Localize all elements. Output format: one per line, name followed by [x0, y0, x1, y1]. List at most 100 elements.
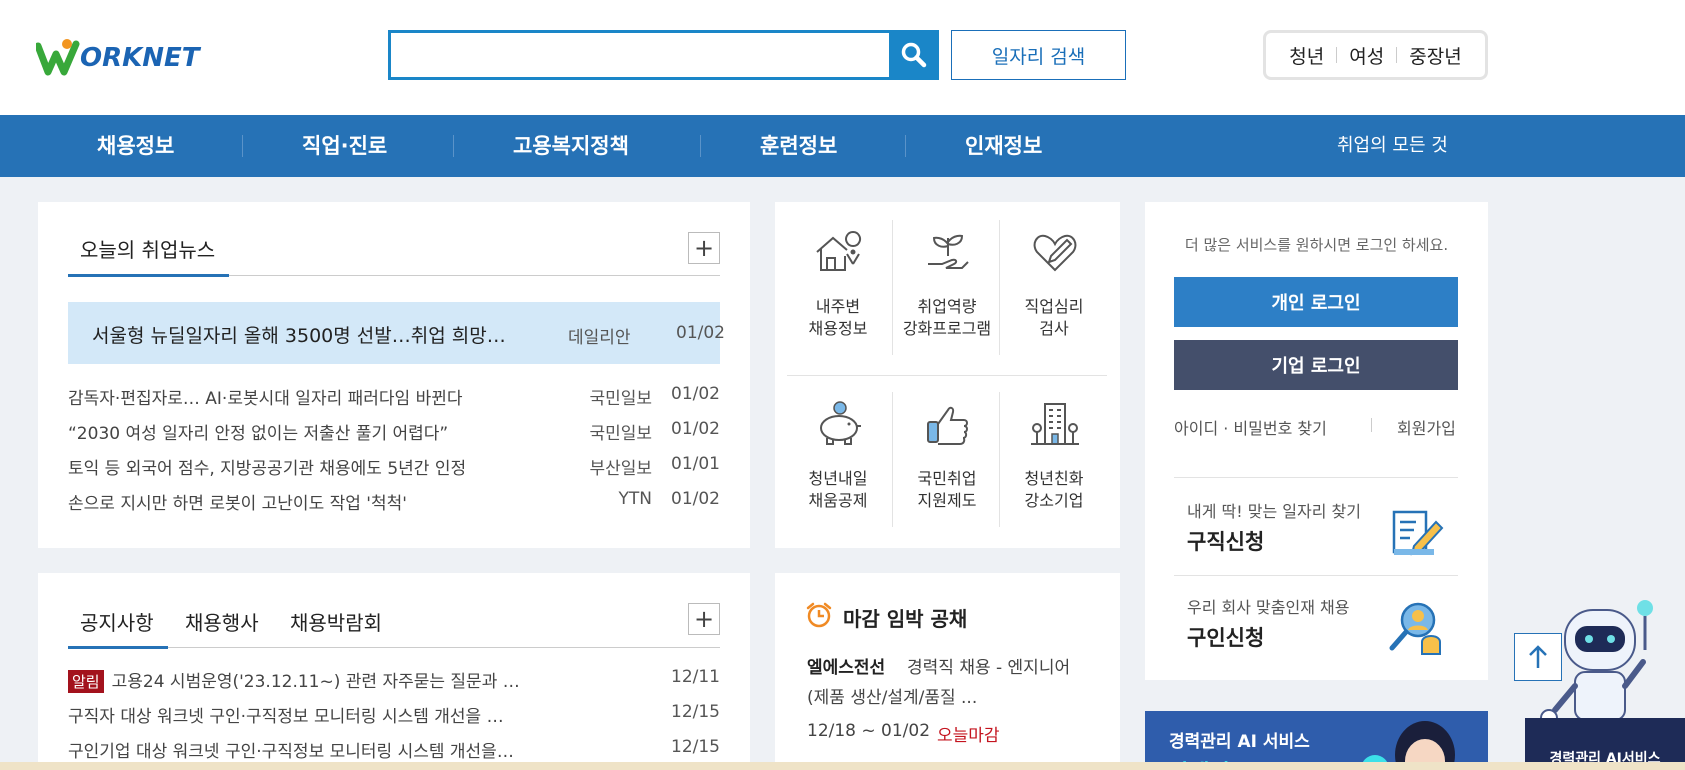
search-icon [901, 42, 927, 68]
notice-badge: 알림 [68, 670, 104, 693]
search-input[interactable] [391, 33, 881, 77]
service-label-line2: 지원제도 [917, 491, 977, 510]
notice-item[interactable]: 알림 고용24 시범운영('23.12.11~) 관련 자주묻는 질문과 … 12… [68, 663, 720, 693]
job-search-button[interactable]: 일자리 검색 [951, 30, 1126, 80]
notice-item-date: 12/15 [671, 737, 720, 757]
service-national-employment-support[interactable]: 국민취업 지원제도 [894, 398, 1000, 518]
deadline-job-title: 경력직 채용 - 엔지니어 [907, 658, 1071, 678]
find-id-password-link[interactable]: 아이디 · 비밀번호 찾기 [1174, 415, 1327, 439]
corporate-login-button[interactable]: 기업 로그인 [1174, 340, 1458, 390]
active-tab-underline [68, 646, 168, 649]
service-youth-savings[interactable]: 청년내일 채움공제 [785, 398, 891, 518]
notice-item[interactable]: 구직자 대상 워크넷 구인·구직정보 모니터링 시스템 개선을 … 12/15 [68, 698, 720, 728]
notice-item-title: 구직자 대상 워크넷 구인·구직정보 모니터링 시스템 개선을 … [68, 707, 504, 727]
heart-pen-icon [1033, 234, 1077, 272]
signup-link[interactable]: 회원가입 [1397, 415, 1456, 439]
service-label-line1: 청년내일 [808, 469, 868, 488]
grid-divider [787, 375, 1107, 376]
nav-divider [453, 135, 454, 157]
grid-divider [892, 220, 893, 355]
tab-recruitment-events[interactable]: 채용행사 [185, 607, 259, 636]
promo-title: 구인신청 [1187, 626, 1265, 650]
personal-login-button[interactable]: 개인 로그인 [1174, 277, 1458, 327]
thumbs-up-icon [927, 406, 968, 445]
quick-services-panel: 내주변 채용정보 취업역량 강화프로그램 직업심리 검사 청년내일 채움공제 국… [775, 202, 1120, 548]
employer-application[interactable]: 우리 회사 맞춤인재 채용 구인신청 [1174, 576, 1458, 671]
service-youth-friendly-companies[interactable]: 청년친화 강소기업 [1001, 398, 1107, 518]
news-item-date: 01/02 [671, 384, 720, 404]
segment-middle-aged[interactable]: 중장년 [1397, 42, 1473, 69]
deadline-title: 마감 임박 공채 [843, 607, 968, 631]
news-item[interactable]: 토익 등 외국어 점수, 지방공공기관 채용에도 5년간 인정 부산일보 01/… [68, 450, 720, 480]
promo-title: 구직신청 [1187, 530, 1265, 554]
link-divider [1371, 418, 1372, 432]
news-item-source: 국민일보 [589, 424, 652, 444]
nav-item-talent[interactable]: 인재정보 [965, 115, 1042, 177]
nav-all-about-jobs[interactable]: 취업의 모든 것 [1337, 115, 1448, 177]
notice-item-date: 12/11 [671, 667, 720, 687]
news-title[interactable]: 오늘의 취업뉴스 [80, 234, 215, 263]
news-item[interactable]: “2030 여성 일자리 안정 없이는 저출산 풀기 어렵다” 국민일보 01/… [68, 415, 720, 445]
main-nav: 채용정보 직업·진로 고용복지정책 훈련정보 인재정보 취업의 모든 것 [0, 115, 1685, 177]
notice-item-title: 알림 고용24 시범운영('23.12.11~) 관련 자주묻는 질문과 … [68, 667, 520, 693]
headline-date: 01/02 [676, 323, 725, 343]
header: ORKNET 일자리 검색 청년 여성 중장년 [0, 0, 1685, 115]
service-label-line1: 국민취업 [917, 469, 977, 488]
headline-source: 데일리안 [568, 328, 631, 348]
service-label-line1: 청년친화 [1024, 469, 1084, 488]
search-button[interactable] [889, 30, 939, 80]
nav-divider [242, 135, 243, 157]
deadline-panel: 마감 임박 공채 엘에스전선 경력직 채용 - 엔지니어 (제품 생산/설계/품… [775, 573, 1120, 770]
nav-item-welfare-policy[interactable]: 고용복지정책 [513, 115, 629, 177]
news-item-date: 01/02 [671, 419, 720, 439]
news-item-title: 토익 등 외국어 점수, 지방공공기관 채용에도 5년간 인정 [68, 459, 467, 479]
nav-item-training[interactable]: 훈련정보 [760, 115, 837, 177]
resume-pen-icon [1392, 510, 1444, 556]
notice-more-button[interactable]: + [688, 603, 720, 635]
news-item-source: 국민일보 [589, 389, 652, 409]
nav-divider [905, 135, 906, 157]
tab-notice[interactable]: 공지사항 [80, 607, 154, 636]
nav-item-career[interactable]: 직업·진로 [302, 115, 387, 177]
news-item[interactable]: 감독자·편집자로… AI·로봇시대 일자리 패러다임 바뀐다 국민일보 01/0… [68, 380, 720, 410]
news-item-source: YTN [618, 489, 653, 509]
deadline-company: 엘에스전선 [807, 658, 886, 678]
deadline-job-detail: (제품 생산/설계/품질 ... [807, 688, 978, 708]
news-more-button[interactable]: + [688, 232, 720, 264]
login-panel: 더 많은 서비스를 원하시면 로그인 하세요. 개인 로그인 기업 로그인 아이… [1145, 202, 1488, 680]
news-item-title: 감독자·편집자로… AI·로봇시대 일자리 패러다임 바뀐다 [68, 389, 463, 409]
segment-women[interactable]: 여성 [1337, 42, 1396, 69]
nav-item-recruitment[interactable]: 채용정보 [97, 115, 174, 177]
deadline-today-badge: 오늘마감 [937, 726, 1000, 746]
service-label-line2: 채움공제 [808, 491, 868, 510]
alarm-clock-icon [806, 602, 832, 628]
building-icon [1031, 403, 1079, 445]
headline-title: 서울형 뉴딜일자리 올해 3500명 선발…취업 희망… [92, 325, 506, 347]
worknet-logo[interactable]: ORKNET [36, 36, 200, 80]
service-label-line2: 강소기업 [1024, 491, 1084, 510]
service-nearby-jobs[interactable]: 내주변 채용정보 [785, 226, 891, 346]
notice-panel: 공지사항 채용행사 채용박람회 + 알림 고용24 시범운영('23.12.11~… [38, 573, 750, 770]
service-label-line2: 채용정보 [808, 319, 868, 338]
promo-subtitle: 내게 딱! 맞는 일자리 찾기 [1187, 502, 1361, 521]
logo-w-mark [36, 39, 80, 76]
service-vocational-test[interactable]: 직업심리 검사 [1001, 226, 1107, 346]
news-item[interactable]: 손으로 지시만 하면 로봇이 고난이도 작업 '척척' YTN 01/02 [68, 485, 720, 515]
magnifier-person-icon [1389, 602, 1441, 655]
tab-job-fairs[interactable]: 채용박람회 [290, 607, 382, 636]
service-label-line1: 내주변 [815, 297, 861, 316]
search-box [388, 30, 939, 80]
job-seeker-application[interactable]: 내게 딱! 맞는 일자리 찾기 구직신청 [1174, 478, 1458, 573]
notice-item[interactable]: 구인기업 대상 워크넷 구인·구직정보 모니터링 시스템 개선을… 12/15 [68, 733, 720, 763]
service-employability-program[interactable]: 취업역량 강화프로그램 [894, 226, 1000, 346]
news-headline[interactable]: 서울형 뉴딜일자리 올해 3500명 선발…취업 희망… 데일리안 01/02 [68, 302, 725, 364]
notice-title-text: 고용24 시범운영('23.12.11~) 관련 자주묻는 질문과 … [111, 672, 520, 692]
grid-divider [892, 392, 893, 527]
bottom-strip [0, 762, 1685, 770]
news-item-date: 01/02 [671, 489, 720, 509]
segment-youth[interactable]: 청년 [1277, 42, 1336, 69]
nav-divider [700, 135, 701, 157]
piggy-bank-icon [820, 401, 861, 445]
service-label-line2: 검사 [1039, 319, 1069, 338]
logo-text: ORKNET [80, 43, 200, 73]
